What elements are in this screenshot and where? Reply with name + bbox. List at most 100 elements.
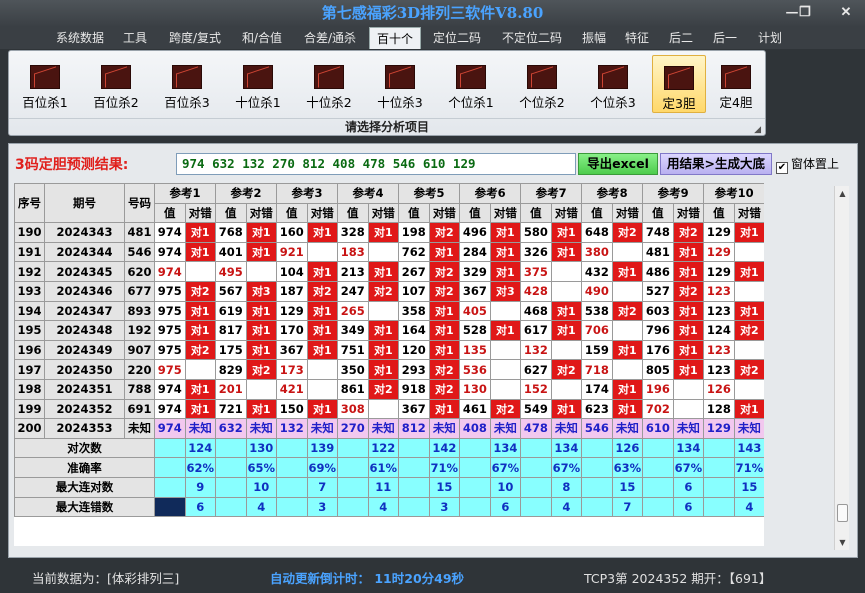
menu-item-unfixed-two[interactable]: 不定位二码 [493,27,571,49]
countdown-status: 自动更新倒计时： 11时20分49秒 [270,571,465,586]
table-row[interactable]: 193 2024346 677 975 对2 567 对3 187 对2 247 对2 107 对2 36… [14,280,764,302]
cell-hit: 对2 [611,222,644,243]
table-row[interactable]: 198 2024351 788 974 对1 201 421 861 对2 918 对2 130 152… [14,378,764,400]
chart-icon [721,65,751,89]
subheader-value: 值 [398,202,430,224]
cell-value: 150 [276,398,308,420]
menu-item-last-one[interactable]: 后一 [705,27,745,49]
maximize-icon[interactable]: ❐ [795,4,815,22]
menu-item-feature[interactable]: 特征 [617,27,657,49]
stats-value: 4 [733,496,764,518]
menu-item-span[interactable]: 跨度/复式 [160,27,230,49]
column-header-ref[interactable]: 参考10 [703,183,764,204]
title-bar: 第七感福彩3D排列三软件V8.80 — ❐ ✕ [0,0,865,27]
ribbon-button-units-kill-2[interactable]: 个位杀2 [512,55,572,113]
menu-item-plan[interactable]: 计划 [750,27,790,49]
menu-item-diff[interactable]: 合差/通杀 [295,27,365,49]
stats-value: 4 [550,496,583,518]
pending-value: 478 [520,418,552,439]
ribbon-button-units-kill-1[interactable]: 个位杀1 [441,55,501,113]
ribbon-button-hundreds-kill-3[interactable]: 百位杀3 [157,55,217,113]
cell-hit: 对1 [428,300,461,322]
subheader-value: 值 [154,202,186,224]
column-header-issue: 期号 [44,183,125,224]
table-row[interactable]: 192 2024345 620 974 495 104 对1 213 对1 267 对2 329 对1 3… [14,261,764,282]
ribbon-button-units-kill-3[interactable]: 个位杀3 [583,55,643,113]
ribbon-button-fixed-4[interactable]: 定4胆 [709,55,763,113]
menu-item-fixed-two[interactable]: 定位二码 [425,27,489,49]
chart-icon [385,65,415,89]
ribbon-button-hundreds-kill-2[interactable]: 百位杀2 [86,55,146,113]
checkbox-icon[interactable]: ✔ [776,162,788,174]
column-header-ref[interactable]: 参考7 [520,183,583,204]
cell-miss [733,378,764,400]
expand-corner-icon[interactable]: ◢ [754,122,761,139]
stats-value: 11 [367,476,400,498]
window-topmost-checkbox[interactable]: ✔ 窗体置上 [776,155,839,174]
table-row[interactable]: 197 2024350 220 975 829 对2 173 350 对1 293 对2 536 627… [14,359,764,380]
cell-value: 495 [215,261,247,282]
table-row[interactable]: 199 2024352 691 974 对1 721 对1 150 对1 308 367 对1 461 对… [14,398,764,420]
column-header-ref[interactable]: 参考4 [337,183,400,204]
prediction-label: 3码定胆预测结果: [15,157,129,173]
ribbon-button-tens-kill-3[interactable]: 十位杀3 [370,55,430,113]
vertical-scrollbar[interactable]: ▲ ▼ [834,186,849,550]
scroll-down-icon[interactable]: ▼ [835,535,850,550]
close-icon[interactable]: ✕ [836,4,856,22]
cell-hit: 对1 [550,398,583,420]
column-header-ref[interactable]: 参考6 [459,183,522,204]
scroll-up-icon[interactable]: ▲ [835,186,850,201]
results-grid[interactable]: 序号 期号 号码 参考1 参考2 参考3 参考4 参考5 参考6 参考7 参考8 参考9 参考10 值对错… [14,183,764,546]
cell-value: 468 [520,300,552,322]
pending-issue: 2024353 [44,418,125,439]
column-header-ref[interactable]: 参考5 [398,183,461,204]
pending-row[interactable]: 200 2024353 未知 974 未知 632 未知 132 未知 270 未知 812 未知 408… [14,418,764,439]
subheader-value: 值 [642,202,674,224]
table-row[interactable]: 191 2024344 546 974 对1 401 对1 921 183 762 对1 284 对1 3… [14,241,764,263]
column-header-ref[interactable]: 参考2 [215,183,278,204]
menu-item-last-two[interactable]: 后二 [661,27,701,49]
ribbon-button-hundreds-kill-1[interactable]: 百位杀1 [15,55,75,113]
stats-value: 63% [611,457,644,478]
ribbon-button-fixed-3[interactable]: 定3胆 [652,55,706,113]
cell-value: 284 [459,241,491,263]
column-header-ref[interactable]: 参考8 [581,183,644,204]
cell-hit: 对1 [306,300,339,322]
menu-item-position[interactable]: 百十个 [369,27,421,49]
cell-value: 921 [276,241,308,263]
table-row[interactable]: 195 2024348 192 975 对1 817 对1 170 对1 349 对1 164 对1 52… [14,320,764,341]
table-row[interactable]: 194 2024347 893 975 对1 619 对1 129 对1 265 358 对1 405 4… [14,300,764,322]
cell-value: 198 [398,222,430,243]
column-header-ref[interactable]: 参考3 [276,183,339,204]
menu-bar: 系统数据 工具 跨度/复式 和/合值 合差/通杀 百十个 定位二码 不定位二码 … [0,27,865,49]
pending-status: 未知 [489,418,522,439]
subheader-check: 对错 [611,202,644,224]
stats-value: 139 [306,437,339,459]
generate-base-button[interactable]: 用结果>生成大底 [660,153,772,175]
column-header-ref[interactable]: 参考9 [642,183,705,204]
cell-value: 129 [703,222,735,243]
ribbon-button-tens-kill-1[interactable]: 十位杀1 [228,55,288,113]
menu-item-system-data[interactable]: 系统数据 [50,27,110,49]
cell-hit: 对1 [306,222,339,243]
table-row[interactable]: 196 2024349 907 975 对2 175 对1 367 对1 751 对1 120 对1 13… [14,339,764,361]
export-excel-button[interactable]: 导出excel [578,153,658,175]
stats-blank[interactable] [154,496,186,518]
column-header-ref[interactable]: 参考1 [153,183,217,204]
scroll-thumb[interactable] [837,504,848,522]
cell-value: 308 [337,398,369,420]
table-row[interactable]: 190 2024343 481 974 对1 768 对1 160 对1 328 对1 198 对2 49… [14,222,764,243]
prediction-result-field[interactable]: 974 632 132 270 812 408 478 546 610 129 [176,153,576,175]
ribbon-caption: 请选择分析项目 ◢ [9,118,765,135]
stats-value: 6 [489,496,522,518]
cell-miss [306,359,339,380]
cell-hit: 对1 [184,398,217,420]
stats-blank [398,457,430,478]
cell-hit: 对1 [367,222,400,243]
menu-item-amplitude[interactable]: 振幅 [575,27,613,49]
menu-item-sum[interactable]: 和/合值 [233,27,291,49]
cell-hit: 对1 [367,261,400,282]
row-seq: 191 [14,241,45,263]
menu-item-tools[interactable]: 工具 [115,27,155,49]
ribbon-button-tens-kill-2[interactable]: 十位杀2 [299,55,359,113]
